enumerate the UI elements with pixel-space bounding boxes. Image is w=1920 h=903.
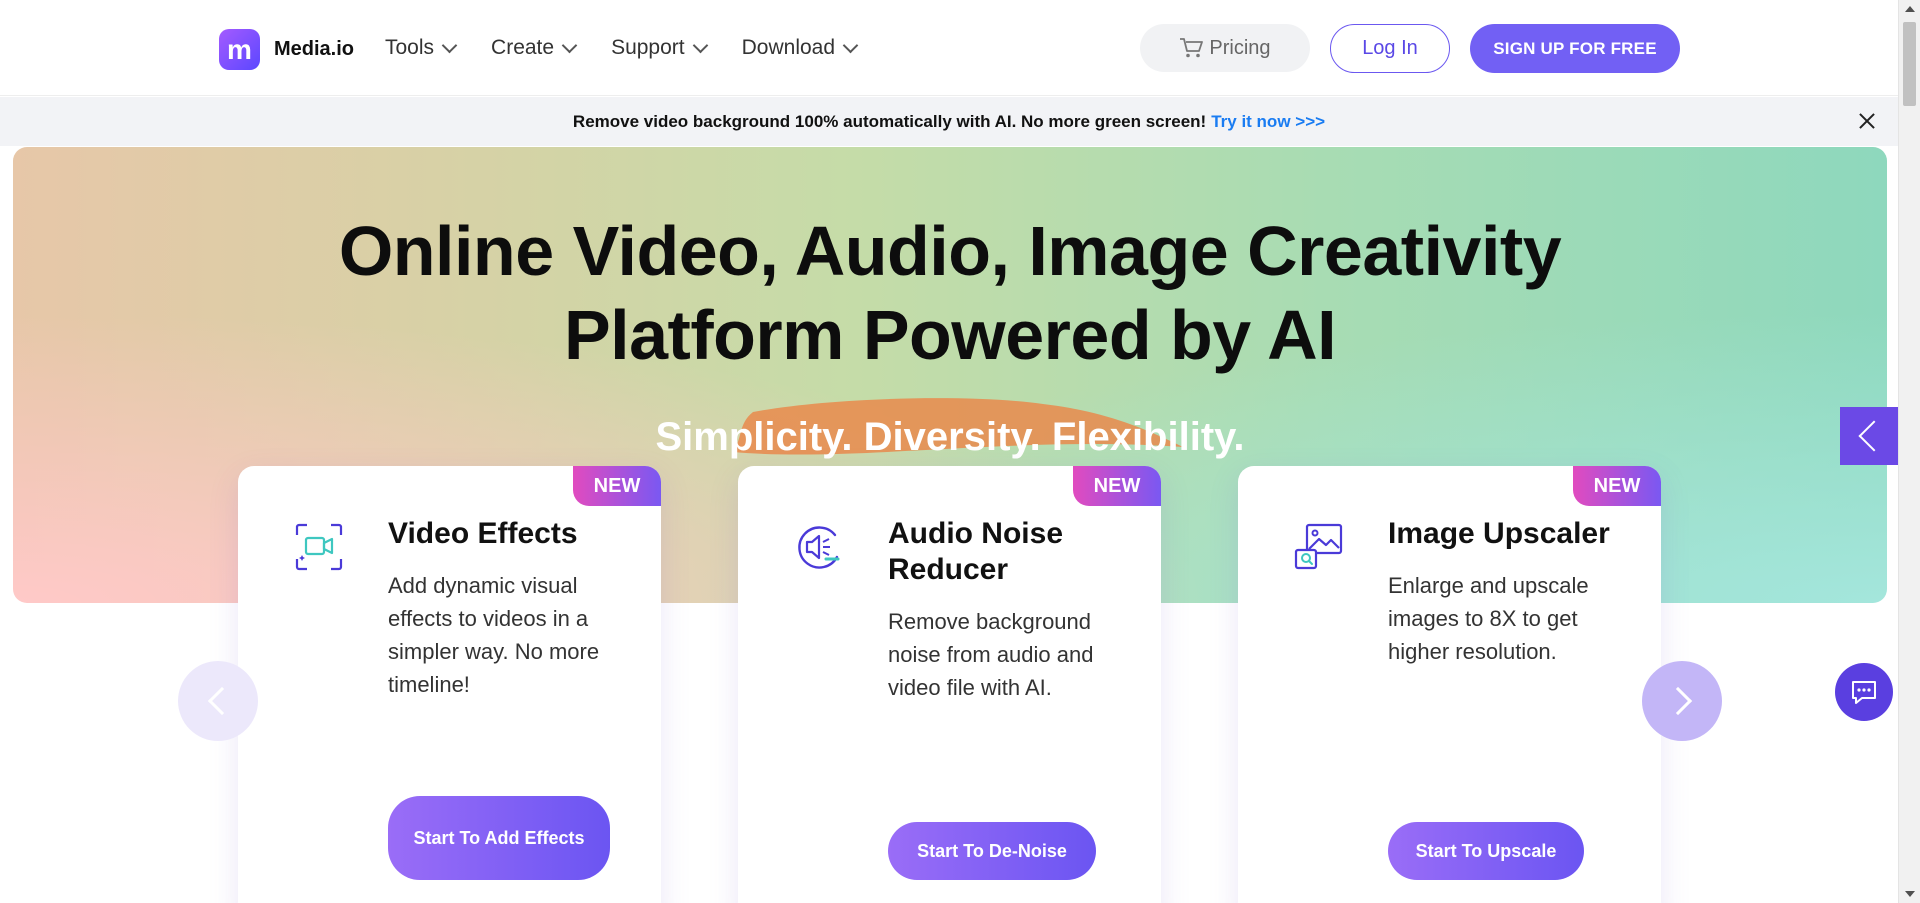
chevron-left-icon <box>207 686 237 716</box>
audio-noise-icon <box>798 526 840 569</box>
login-button[interactable]: Log In <box>1330 24 1450 73</box>
feature-card-video-effects[interactable]: NEW Video Effects Add dynamic visual eff… <box>238 466 661 903</box>
card-description: Enlarge and upscale images to 8X to get … <box>1388 573 1589 664</box>
promo-text: Remove video background 100% automatical… <box>572 111 1207 131</box>
chat-button[interactable] <box>1835 663 1893 721</box>
page-scrollbar[interactable] <box>1898 0 1920 903</box>
feature-card-image-upscaler[interactable]: NEW Image Upscaler Enlarge and upscale i… <box>1238 466 1661 903</box>
scroll-down-arrow-icon[interactable] <box>1905 891 1915 897</box>
nav-download-label: Download <box>741 36 836 59</box>
chevron-down-icon <box>692 37 708 53</box>
start-upscale-button[interactable]: Start To Upscale <box>1388 822 1584 880</box>
new-badge: NEW <box>1573 466 1661 506</box>
card-description: Add dynamic visual effects to videos in … <box>388 573 600 697</box>
signup-button[interactable]: SIGN UP FOR FREE <box>1470 24 1680 73</box>
chat-bubble-icon <box>1852 681 1876 704</box>
scrollbar-thumb[interactable] <box>1903 22 1916 106</box>
chevron-down-icon <box>842 37 859 53</box>
new-badge: NEW <box>1073 466 1161 506</box>
media-io-logo-icon: m <box>219 29 260 70</box>
carousel-prev-button[interactable] <box>178 661 258 741</box>
hero-title-line-2: Platform Powered by AI <box>563 296 1337 374</box>
chevron-down-icon <box>441 37 458 53</box>
nav-tools[interactable]: Tools <box>385 36 458 60</box>
pricing-label: Pricing <box>1209 36 1271 59</box>
scroll-up-arrow-icon[interactable] <box>1905 6 1915 12</box>
card-title: Video Effects <box>388 517 578 550</box>
nav-create[interactable]: Create <box>491 36 578 60</box>
new-badge: NEW <box>573 466 661 506</box>
nav-download[interactable]: Download <box>741 36 859 60</box>
feature-card-audio-noise-reducer[interactable]: NEW Audio Noise Reducer Remove backgroun… <box>738 466 1161 903</box>
chevron-down-icon <box>561 37 578 53</box>
page: m Media.io Tools Create Support Download <box>0 0 1920 903</box>
card-description: Remove background noise from audio and v… <box>888 609 1094 700</box>
video-effects-icon <box>295 523 343 571</box>
hero-title-line-1: Online Video, Audio, Image Creativity <box>338 212 1562 290</box>
cart-icon <box>1180 38 1204 58</box>
main-nav: Tools Create Support Download <box>385 36 892 60</box>
nav-support-label: Support <box>611 36 685 59</box>
brand-name: Media.io <box>274 38 355 60</box>
hero-title: Online Video, Audio, Image Creativity Pl… <box>13 209 1887 377</box>
pricing-button[interactable]: Pricing <box>1140 24 1310 72</box>
promo-link[interactable]: Try it now >>> <box>1211 112 1325 132</box>
card-title: Audio Noise Reducer <box>888 517 1064 586</box>
side-panel-toggle[interactable] <box>1840 407 1898 465</box>
chevron-left-icon <box>1858 420 1890 452</box>
nav-support[interactable]: Support <box>611 36 708 60</box>
card-title: Image Upscaler <box>1388 517 1610 550</box>
close-icon[interactable] <box>1856 110 1878 132</box>
start-de-noise-button[interactable]: Start To De-Noise <box>888 822 1096 880</box>
logo[interactable]: m Media.io <box>219 29 354 70</box>
image-upscale-icon <box>1294 523 1343 570</box>
carousel-next-button[interactable] <box>1642 661 1722 741</box>
start-add-effects-button[interactable]: Start To Add Effects <box>388 796 610 880</box>
promo-banner: Remove video background 100% automatical… <box>0 97 1898 146</box>
nav-create-label: Create <box>491 36 555 59</box>
hero-subtitle: Simplicity. Diversity. Flexibility. <box>655 415 1245 459</box>
top-header: m Media.io Tools Create Support Download <box>0 0 1898 96</box>
nav-tools-label: Tools <box>385 36 435 59</box>
chevron-right-icon <box>1663 686 1693 716</box>
